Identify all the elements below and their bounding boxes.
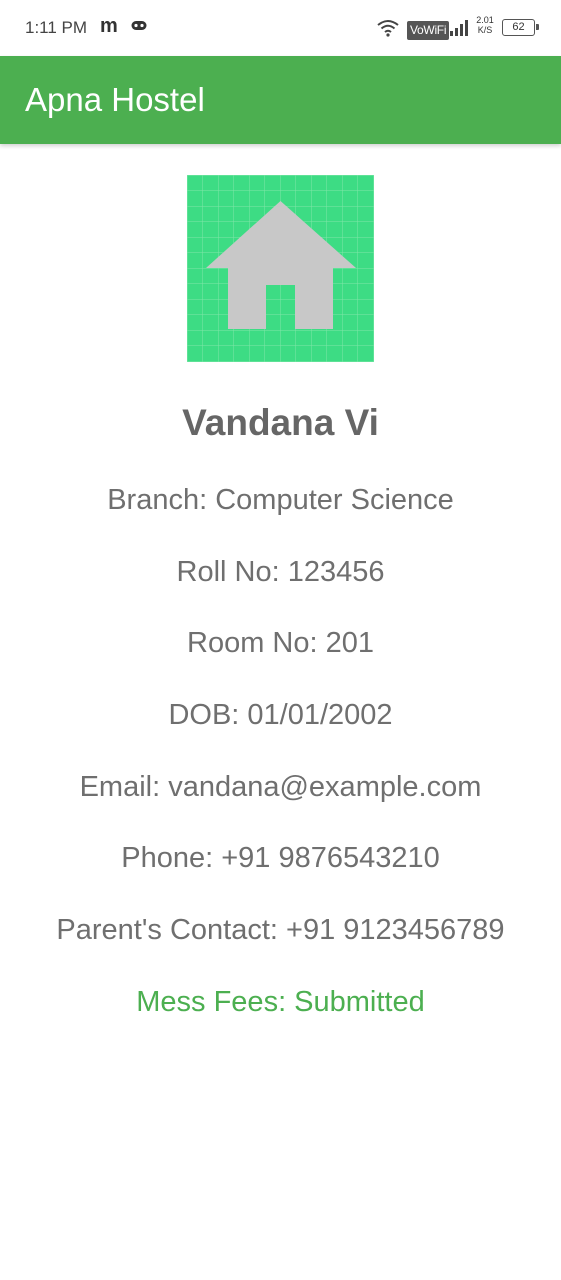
phone-text: Phone: +91 9876543210: [121, 842, 440, 874]
network-speed-unit: K/S: [477, 25, 493, 35]
branch-text: Branch: Computer Science: [107, 484, 454, 516]
vowifi-badge: VoWiFi: [407, 21, 450, 40]
network-speed-value: 2.01: [476, 15, 494, 25]
house-icon: [187, 175, 374, 362]
signal-icon: [450, 20, 468, 36]
status-bar: 1:11 PM m VoWiFi 2.01 K/S 62: [0, 0, 561, 56]
wifi-icon: [377, 20, 399, 37]
app-title: Apna Hostel: [25, 81, 205, 118]
app-bar: Apna Hostel: [0, 56, 561, 144]
parent-contact-text: Parent's Contact: +91 9123456789: [56, 914, 505, 946]
battery-icon: 62: [502, 19, 539, 36]
gamepad-icon: [131, 21, 147, 30]
email-text: Email: vandana@example.com: [79, 771, 482, 803]
student-name: Vandana Vi: [182, 402, 379, 443]
status-time: 1:11 PM: [25, 18, 88, 37]
room-no-text: Room No: 201: [187, 627, 374, 659]
carrier-m-icon: m: [100, 15, 118, 37]
mess-fees-status: Mess Fees: Submitted: [136, 986, 425, 1018]
network-speed: 2.01 K/S: [474, 15, 496, 35]
roll-no-text: Roll No: 123456: [176, 556, 385, 588]
battery-level: 62: [512, 21, 525, 33]
dob-text: DOB: 01/01/2002: [168, 699, 393, 731]
